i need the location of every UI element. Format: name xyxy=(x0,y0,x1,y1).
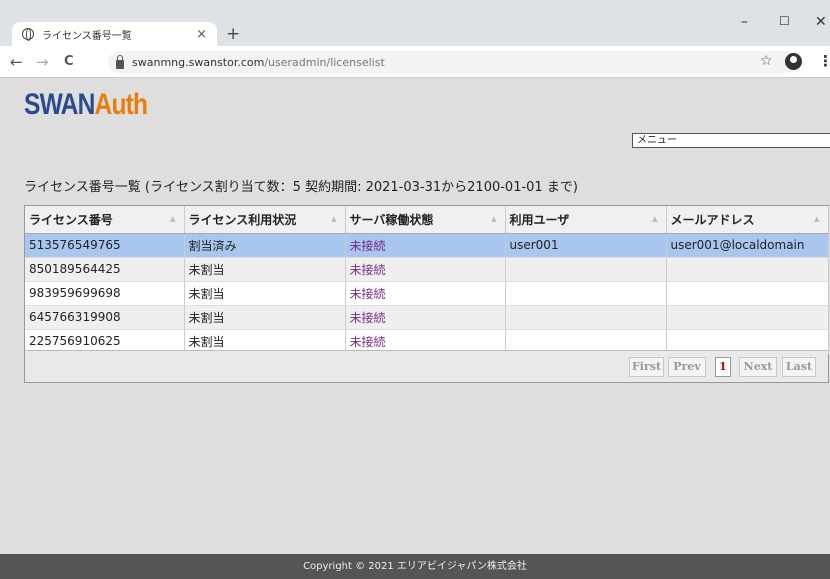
forward-button[interactable]: → xyxy=(36,53,49,71)
reload-button[interactable]: C xyxy=(64,54,74,69)
page-title: ライセンス番号一覧 (ライセンス割り当て数：5 契約期間: 2021-03-31… xyxy=(24,180,578,195)
column-header-usage-status[interactable]: ライセンス利用状況 ▲ xyxy=(184,206,346,234)
column-header-email[interactable]: メールアドレス ▲ xyxy=(666,206,829,234)
sort-icon: ▲ xyxy=(491,215,497,223)
lock-icon xyxy=(116,54,124,69)
column-header-server-status[interactable]: サーバ稼働状態 ▲ xyxy=(345,206,506,234)
browser-tab-bar: ライセンス番号一覧 × + – ☐ ✕ xyxy=(0,0,830,46)
bookmark-star-icon[interactable]: ☆ xyxy=(760,53,773,69)
first-page-button[interactable]: First xyxy=(629,357,664,377)
new-tab-button[interactable]: + xyxy=(226,22,240,46)
tab-title: ライセンス番号一覧 xyxy=(42,30,132,42)
last-page-button[interactable]: Last xyxy=(782,357,816,377)
table-header-row: ライセンス番号 ▲ ライセンス利用状況 ▲ サーバ稼働状態 ▲ 利用ユーザ ▲ メールア… xyxy=(25,206,829,234)
next-page-button[interactable]: Next xyxy=(739,357,777,377)
browser-tab[interactable]: ライセンス番号一覧 × xyxy=(12,22,217,46)
maximize-button[interactable]: ☐ xyxy=(779,14,790,28)
sort-icon: ▲ xyxy=(170,215,176,223)
table-row[interactable]: 983959699698 未割当 未接続 xyxy=(25,281,829,306)
tab-close-icon[interactable]: × xyxy=(196,27,207,42)
pager: First Prev 1 Next Last xyxy=(25,350,828,382)
sort-icon: ▲ xyxy=(652,215,658,223)
license-table: ライセンス番号 ▲ ライセンス利用状況 ▲ サーバ稼働状態 ▲ 利用ユーザ ▲ メールア… xyxy=(25,206,829,354)
menu-select[interactable]: メニュー xyxy=(632,133,830,148)
close-window-button[interactable]: ✕ xyxy=(815,14,827,30)
column-header-license-no[interactable]: ライセンス番号 ▲ xyxy=(25,206,185,234)
sort-icon: ▲ xyxy=(331,215,337,223)
table-row[interactable]: 850189564425 未割当 未接続 xyxy=(25,257,829,282)
back-button[interactable]: ← xyxy=(10,53,23,71)
globe-icon xyxy=(22,28,34,41)
sort-icon: ▲ xyxy=(814,215,820,223)
prev-page-button[interactable]: Prev xyxy=(668,357,706,377)
url-input[interactable]: swanmng.swanstor.com/useradmin/licenseli… xyxy=(108,51,798,73)
swanauth-logo: SWANAuth xyxy=(24,88,148,121)
column-header-user[interactable]: 利用ユーザ ▲ xyxy=(505,206,667,234)
footer-copyright: Copyright © 2021 エリアビイジャパン株式会社 xyxy=(0,554,830,579)
browser-menu-icon[interactable]: ⋮ xyxy=(818,52,830,70)
table-row[interactable]: 513576549765 割当済み 未接続 user001 user001@lo… xyxy=(25,233,829,258)
table-row[interactable]: 645766319908 未割当 未接続 xyxy=(25,305,829,330)
url-host: swanmng.swanstor.com xyxy=(132,55,265,69)
license-grid: ライセンス番号 ▲ ライセンス利用状況 ▲ サーバ稼働状態 ▲ 利用ユーザ ▲ メールア… xyxy=(24,205,829,383)
minimize-button[interactable]: – xyxy=(741,14,748,30)
url-path: /useradmin/licenselist xyxy=(264,55,385,69)
profile-icon[interactable] xyxy=(785,53,802,70)
address-bar: ← → C swanmng.swanstor.com/useradmin/lic… xyxy=(0,46,830,78)
current-page-button[interactable]: 1 xyxy=(715,357,731,377)
